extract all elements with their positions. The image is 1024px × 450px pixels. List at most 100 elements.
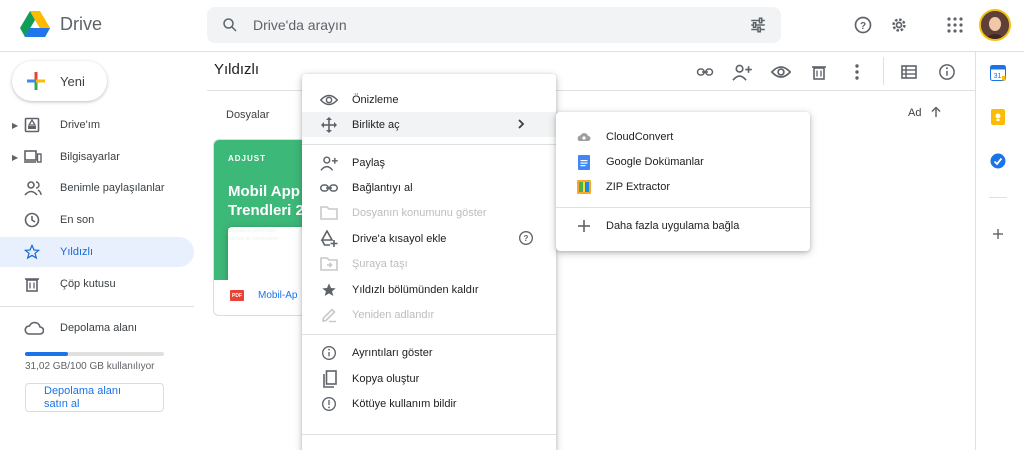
sidebar-item-label: Çöp kutusu xyxy=(60,278,116,290)
sidebar-item-my-drive[interactable]: ▶ Drive'ım xyxy=(0,110,194,140)
sidebar-divider xyxy=(0,306,194,307)
svg-text:?: ? xyxy=(860,21,866,32)
top-bar: Drive ? xyxy=(0,0,1024,52)
context-menu: Önizleme Birlikte aç Paylaş Bağlantıyı a… xyxy=(302,74,556,450)
search-input[interactable] xyxy=(253,17,723,33)
thumbnail-headline-line: Mobil App xyxy=(228,183,300,200)
menu-item-view-details[interactable]: Ayrıntıları göster xyxy=(302,340,556,365)
thumbnail-brand: ADJUST xyxy=(228,154,267,163)
expand-caret-icon[interactable]: ▶ xyxy=(12,121,18,130)
storage-label[interactable]: Depolama alanı xyxy=(60,322,137,334)
sidebar-item-label: Yıldızlı xyxy=(60,246,94,258)
get-link-icon[interactable] xyxy=(694,61,716,83)
menu-divider xyxy=(302,434,556,435)
menu-item-rename: Yeniden adlandır xyxy=(302,302,556,327)
menu-item-label: Şuraya taşı xyxy=(352,257,408,270)
info-icon[interactable] xyxy=(936,61,958,83)
menu-item-label: Kopya oluştur xyxy=(352,372,420,385)
add-addon-plus-icon[interactable] xyxy=(990,226,1006,242)
preview-eye-icon[interactable] xyxy=(770,61,792,83)
menu-item-label: Bağlantıyı al xyxy=(352,181,413,194)
menu-item-report-abuse[interactable]: Kötüye kullanım bildir xyxy=(302,391,556,416)
open-with-submenu: CloudConvert Google Dokümanlar ZIP Extra… xyxy=(556,112,810,251)
menu-item-preview[interactable]: Önizleme xyxy=(302,87,556,112)
sidebar-item-computers[interactable]: ▶ Bilgisayarlar xyxy=(0,142,194,172)
submenu-item-cloudconvert[interactable]: CloudConvert xyxy=(556,124,810,149)
star-icon xyxy=(24,244,40,260)
expand-caret-icon[interactable]: ▶ xyxy=(12,153,18,162)
submenu-item-label: CloudConvert xyxy=(606,130,674,143)
sidebar-item-trash[interactable]: Çöp kutusu xyxy=(0,269,194,299)
files-section-label: Dosyalar xyxy=(226,109,270,121)
my-drive-icon xyxy=(24,117,40,133)
menu-item-share[interactable]: Paylaş xyxy=(302,150,556,175)
app-name: Drive xyxy=(60,14,103,34)
report-icon xyxy=(320,395,338,413)
settings-gear-icon[interactable] xyxy=(887,13,911,37)
menu-item-label: Paylaş xyxy=(352,156,386,169)
sidebar-item-recent[interactable]: En son xyxy=(0,205,194,235)
menu-item-remove-from-starred[interactable]: Yıldızlı bölümünden kaldır xyxy=(302,277,556,302)
thumbnail-headline: Mobil App Trendleri 2 xyxy=(228,182,304,220)
search-bar[interactable] xyxy=(207,7,781,43)
delete-trash-icon[interactable] xyxy=(808,61,830,83)
add-shortcut-icon xyxy=(320,230,338,248)
search-options-icon[interactable] xyxy=(749,16,767,34)
sidebar-item-shared-with-me[interactable]: Benimle paylaşılanlar xyxy=(0,173,194,203)
menu-divider xyxy=(302,334,556,335)
calendar-icon[interactable]: 31 xyxy=(990,65,1006,81)
apps-grid-icon[interactable] xyxy=(943,13,967,37)
drive-logo-icon xyxy=(20,11,50,37)
share-person-icon[interactable] xyxy=(731,61,753,83)
help-icon[interactable]: ? xyxy=(851,13,875,37)
menu-item-label: Ayrıntıları göster xyxy=(352,346,433,359)
submenu-item-label: Google Dokümanlar xyxy=(606,155,704,168)
menu-item-make-copy[interactable]: Kopya oluştur xyxy=(302,366,556,391)
submenu-item-google-docs[interactable]: Google Dokümanlar xyxy=(556,149,810,174)
sort-ascending-arrow-icon[interactable] xyxy=(930,106,942,118)
keep-notes-icon[interactable] xyxy=(990,109,1006,125)
drive-logo[interactable]: Drive xyxy=(20,11,102,38)
menu-item-label: Drive'a kısayol ekle xyxy=(352,232,447,245)
cloud-icon xyxy=(24,321,44,335)
submenu-divider xyxy=(556,207,810,208)
file-name-label: Mobil-Ap xyxy=(258,290,298,301)
menu-divider xyxy=(302,144,556,145)
submenu-item-connect-more-apps[interactable]: Daha fazla uygulama bağla xyxy=(556,213,810,238)
more-vertical-icon[interactable] xyxy=(846,61,868,83)
svg-text:?: ? xyxy=(524,234,529,243)
sidebar-item-label: Benimle paylaşılanlar xyxy=(60,182,165,194)
side-panel-divider xyxy=(989,197,1007,198)
rename-pencil-icon xyxy=(320,306,338,324)
info-icon xyxy=(320,344,338,362)
help-icon[interactable]: ? xyxy=(518,230,534,246)
side-panel-divider xyxy=(975,52,976,450)
plus-multicolor-icon xyxy=(27,72,45,90)
link-icon xyxy=(320,179,338,197)
menu-item-label: Önizleme xyxy=(352,93,399,106)
sidebar-item-starred[interactable]: Yıldızlı xyxy=(0,237,194,267)
menu-item-get-link[interactable]: Bağlantıyı al xyxy=(302,175,556,200)
menu-item-show-file-location: Dosyanın konumunu göster xyxy=(302,200,556,225)
sort-name-button[interactable]: Ad xyxy=(908,107,921,119)
page-title: Yıldızlı xyxy=(214,61,260,78)
tasks-icon[interactable] xyxy=(990,153,1006,169)
move-icon xyxy=(320,255,338,273)
menu-item-move-to: Şuraya taşı xyxy=(302,251,556,276)
search-icon[interactable] xyxy=(221,16,239,34)
file-name[interactable]: PDF Mobil-Ap xyxy=(230,290,297,301)
list-view-icon[interactable] xyxy=(898,61,920,83)
buy-storage-button[interactable]: Depolama alanı satın al xyxy=(25,383,164,412)
menu-item-add-shortcut[interactable]: Drive'a kısayol ekle ? xyxy=(302,226,556,251)
menu-item-label: Birlikte aç xyxy=(352,118,400,131)
submenu-item-label: Daha fazla uygulama bağla xyxy=(606,219,740,232)
sidebar-item-label: Drive'ım xyxy=(60,119,100,131)
avatar[interactable] xyxy=(979,9,1011,41)
menu-item-label: Dosyanın konumunu göster xyxy=(352,206,487,219)
submenu-item-zip-extractor[interactable]: ZIP Extractor xyxy=(556,174,810,199)
open-with-icon xyxy=(320,116,338,134)
share-person-icon xyxy=(320,154,338,172)
new-button[interactable]: Yeni xyxy=(12,61,107,101)
new-button-label: Yeni xyxy=(60,73,85,89)
menu-item-open-with[interactable]: Birlikte aç xyxy=(302,112,556,137)
